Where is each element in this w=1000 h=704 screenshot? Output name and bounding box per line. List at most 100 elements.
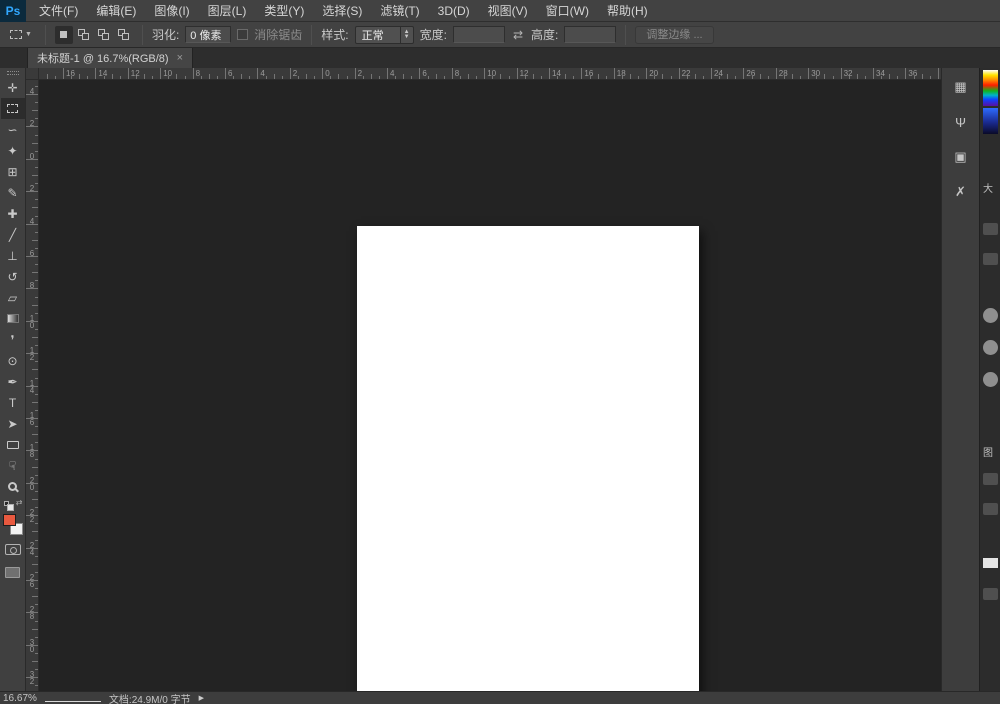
spot-healing-brush-tool-icon: ✚ [7, 207, 17, 221]
status-options-arrow-icon[interactable]: ▶ [199, 694, 204, 702]
history-brush-tool-icon: ↺ [7, 270, 17, 284]
adjustment-icon-fragment[interactable] [983, 340, 998, 355]
pen-tool[interactable]: ✒ [1, 371, 25, 392]
document-size-info[interactable]: 文档:24.9M/0 字节 [109, 691, 191, 704]
menu-item-file[interactable]: 文件(F) [30, 0, 87, 22]
height-input[interactable] [564, 26, 616, 43]
lasso-tool-icon: ∽ [7, 123, 17, 137]
quick-mask-mode-button[interactable] [5, 544, 21, 555]
screen-mode-button[interactable] [5, 567, 20, 578]
intersect-selection-button[interactable] [115, 26, 133, 44]
style-select[interactable]: 正常 ▲▼ [355, 26, 414, 44]
panel-layer-comps-icon[interactable]: ▣ [949, 145, 973, 169]
color-spectrum-fragment[interactable] [983, 70, 998, 106]
menu-item-filter[interactable]: 滤镜(T) [371, 0, 428, 22]
shape-tool-icon [7, 441, 19, 449]
panel-fragment [983, 223, 998, 235]
adjustment-icon-fragment[interactable] [983, 308, 998, 323]
eyedropper-tool[interactable]: ✎ [1, 182, 25, 203]
dodge-tool[interactable]: ⊙ [1, 350, 25, 371]
new-selection-button[interactable] [55, 26, 73, 44]
zoom-tool[interactable] [1, 476, 25, 497]
menu-item-edit[interactable]: 编辑(E) [87, 0, 145, 22]
menu-item-layer[interactable]: 图层(L) [199, 0, 256, 22]
clone-stamp-tool[interactable]: ⊥ [1, 245, 25, 266]
history-brush-tool[interactable]: ↺ [1, 266, 25, 287]
path-selection-tool[interactable]: ➤ [1, 413, 25, 434]
menu-item-view[interactable]: 视图(V) [479, 0, 537, 22]
document-canvas[interactable] [357, 226, 699, 704]
menu-item-3d[interactable]: 3D(D) [429, 0, 479, 22]
document-tab-title: 未标题-1 @ 16.7%(RGB/8) [37, 50, 169, 66]
tool-list: ✛ ∽ ✦⊞ ✎ ✚ ╱⊥ ↺ ▱ ❜ ⊙✒ T ➤ ☟ [1, 77, 25, 497]
menu-item-help[interactable]: 帮助(H) [598, 0, 657, 22]
feather-input[interactable] [185, 26, 231, 43]
zoom-tool-icon [8, 482, 17, 491]
type-tool-tool-icon: T [9, 396, 16, 410]
swap-dimensions-icon[interactable]: ⇄ [511, 28, 525, 42]
spot-healing-brush-tool[interactable]: ✚ [1, 203, 25, 224]
chevron-down-icon: ▼ [25, 31, 32, 38]
antialias-label: 消除锯齿 [254, 26, 302, 43]
photoshop-logo: Ps [0, 0, 26, 22]
panel-properties-icon[interactable]: ▦ [949, 75, 973, 99]
intersect-selection-icon [118, 29, 129, 40]
new-selection-icon [60, 31, 67, 38]
adjustment-icon-fragment[interactable] [983, 372, 998, 387]
tool-preset-picker[interactable]: ▼ [6, 28, 36, 41]
blur-tool[interactable]: ❜ [1, 329, 25, 350]
canvas-area[interactable] [39, 80, 941, 691]
add-to-selection-button[interactable] [75, 26, 93, 44]
menu-item-window[interactable]: 窗口(W) [537, 0, 598, 22]
panel-fragment [983, 503, 998, 515]
move-tool[interactable]: ✛ [1, 77, 25, 98]
menu-item-type[interactable]: 类型(Y) [255, 0, 313, 22]
panel-grip-icon[interactable] [7, 71, 19, 75]
menubar-items: 文件(F)编辑(E)图像(I)图层(L)类型(Y)选择(S)滤镜(T)3D(D)… [30, 0, 657, 22]
zoom-level-field[interactable]: 16.67% [3, 693, 37, 704]
default-colors-icon[interactable] [4, 501, 9, 506]
ruler-corner [26, 68, 39, 80]
panel-styles-icon[interactable]: Ψ [949, 110, 973, 134]
panel-fragment [983, 473, 998, 485]
eyedropper-tool-icon: ✎ [7, 186, 17, 200]
divider [142, 25, 143, 45]
divider [311, 25, 312, 45]
menu-item-select[interactable]: 选择(S) [313, 0, 371, 22]
brush-tool[interactable]: ╱ [1, 224, 25, 245]
feather-label: 羽化: [152, 26, 179, 43]
panel-fragment [983, 588, 998, 600]
gradient-tool[interactable] [1, 308, 25, 329]
panel-label-fragment: 大 [983, 180, 998, 195]
crop-tool[interactable]: ⊞ [1, 161, 25, 182]
stepper-arrows-icon: ▲▼ [400, 27, 413, 43]
photoshop-window: Ps 文件(F)编辑(E)图像(I)图层(L)类型(Y)选择(S)滤镜(T)3D… [0, 0, 1000, 704]
antialias-checkbox[interactable] [237, 29, 248, 40]
close-icon[interactable]: × [177, 52, 183, 64]
subtract-from-selection-button[interactable] [95, 26, 113, 44]
eraser-tool-icon: ▱ [8, 291, 17, 305]
hand-tool-icon: ☟ [9, 459, 16, 473]
swap-colors-icon[interactable]: ⇄ [16, 498, 23, 507]
lasso-tool[interactable]: ∽ [1, 119, 25, 140]
menu-item-image[interactable]: 图像(I) [145, 0, 198, 22]
panel-fragment [983, 253, 998, 265]
eraser-tool[interactable]: ▱ [1, 287, 25, 308]
path-selection-tool-icon: ➤ [7, 417, 17, 431]
refine-edge-button[interactable]: 调整边缘 ... [635, 26, 713, 44]
foreground-color-swatch[interactable] [3, 514, 16, 526]
swatch-mini-row: ⇄ [2, 500, 24, 509]
panel-tool-presets-icon[interactable]: ✗ [949, 180, 973, 204]
width-input[interactable] [453, 26, 505, 43]
hand-tool[interactable]: ☟ [1, 455, 25, 476]
gradient-tool-icon [7, 314, 19, 323]
document-tab[interactable]: 未标题-1 @ 16.7%(RGB/8) × [27, 48, 193, 68]
color-spectrum-fragment[interactable] [983, 108, 998, 134]
shape-tool[interactable] [1, 434, 25, 455]
tools-panel: ✛ ∽ ✦⊞ ✎ ✚ ╱⊥ ↺ ▱ ❜ ⊙✒ T ➤ ☟ ⇄ [0, 68, 26, 691]
quick-selection-tool[interactable]: ✦ [1, 140, 25, 161]
rectangular-marquee-tool[interactable] [1, 98, 25, 119]
panel-label-fragment: 图 [983, 444, 998, 459]
blur-tool-icon: ❜ [11, 333, 15, 347]
type-tool-tool[interactable]: T [1, 392, 25, 413]
